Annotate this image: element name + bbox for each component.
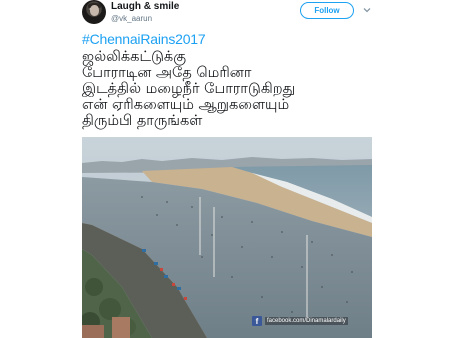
tweet-line: திரும்பி தாருங்கள் [82,113,203,129]
hashtag-link[interactable]: #ChennaiRains2017 [82,31,206,47]
tweet-line: ஜல்லிக்கட்டுக்கு [82,49,187,65]
tweet-text: ஜல்லிக்கட்டுக்கு போராடின அதே மெரினா இடத்… [82,49,382,129]
tweet-card: Laugh & smile @vk_aarun Follow #ChennaiR… [0,0,451,338]
user-handle[interactable]: @vk_aarun [111,14,152,23]
chevron-down-icon[interactable] [362,5,372,15]
tweet-line: என் ஏரிகளையும் ஆறுகளையும் [82,97,290,113]
tweet-line: இடத்தில் மழைநீர் போராடுகிறது [82,81,296,97]
avatar[interactable] [82,0,106,24]
facebook-icon: f [252,316,262,326]
tweet-photo[interactable]: f facebook.com/Dinamalardaily [82,137,372,338]
flooded-beach-photo [82,137,372,338]
tweet-line: போராடின அதே மெரினா [82,65,252,81]
photo-watermark: f facebook.com/Dinamalardaily [252,315,348,327]
follow-button[interactable]: Follow [300,2,354,19]
display-name[interactable]: Laugh & smile [111,1,179,12]
watermark-text: facebook.com/Dinamalardaily [265,317,348,325]
